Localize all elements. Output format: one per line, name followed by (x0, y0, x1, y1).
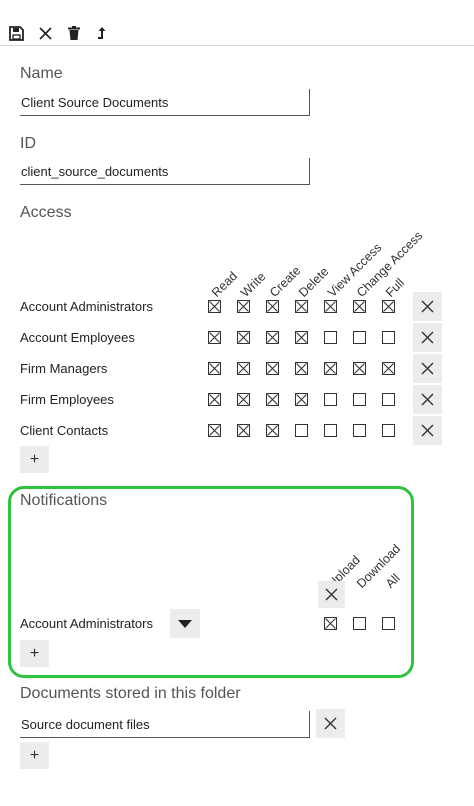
access-checkbox[interactable] (353, 300, 366, 313)
notifications-clear-button[interactable] (318, 581, 345, 608)
name-label: Name (20, 65, 63, 82)
id-field[interactable]: client_source_documents (20, 158, 310, 185)
notifications-highlight (8, 486, 414, 678)
access-checkbox[interactable] (295, 331, 308, 344)
save-icon[interactable] (6, 23, 26, 43)
access-checkbox[interactable] (295, 362, 308, 375)
close-icon (324, 717, 337, 730)
access-remove-row-button[interactable] (413, 385, 442, 414)
documents-label: Documents stored in this folder (20, 685, 241, 702)
close-icon (421, 300, 434, 313)
add-notification-button[interactable]: + (20, 640, 49, 667)
access-checkbox[interactable] (295, 300, 308, 313)
access-row-label: Firm Managers (20, 361, 108, 376)
access-remove-row-button[interactable] (413, 416, 442, 445)
close-icon (325, 588, 338, 601)
access-label: Access (20, 204, 72, 221)
access-checkbox[interactable] (382, 362, 395, 375)
access-checkbox[interactable] (324, 362, 337, 375)
access-checkbox[interactable] (324, 300, 337, 313)
access-checkbox[interactable] (295, 393, 308, 406)
notifications-checkbox[interactable] (382, 617, 395, 630)
access-checkbox[interactable] (237, 331, 250, 344)
close-icon (421, 393, 434, 406)
access-remove-row-button[interactable] (413, 354, 442, 383)
access-checkbox[interactable] (382, 424, 395, 437)
access-row-label: Account Employees (20, 330, 135, 345)
access-checkbox[interactable] (382, 331, 395, 344)
recipient-dropdown-button[interactable] (170, 609, 200, 638)
access-column-header: Full (383, 275, 408, 300)
access-column-header: Read (209, 268, 241, 300)
access-row-label: Account Administrators (20, 299, 153, 314)
access-row-label: Firm Employees (20, 392, 114, 407)
notifications-row-label: Account Administrators (20, 616, 153, 631)
access-column-header: Create (267, 263, 304, 300)
notifications-label: Notifications (20, 492, 108, 509)
toolbar (0, 0, 474, 46)
access-checkbox[interactable] (324, 393, 337, 406)
access-checkbox[interactable] (266, 424, 279, 437)
access-checkbox[interactable] (353, 424, 366, 437)
add-document-button[interactable]: + (20, 742, 49, 769)
access-checkbox[interactable] (266, 362, 279, 375)
move-up-icon[interactable] (92, 23, 112, 43)
notifications-checkbox[interactable] (324, 617, 337, 630)
close-icon (421, 331, 434, 344)
access-checkbox[interactable] (295, 424, 308, 437)
caret-down-icon (178, 619, 192, 628)
access-row-label: Client Contacts (20, 423, 109, 438)
access-checkbox[interactable] (382, 393, 395, 406)
access-checkbox[interactable] (324, 424, 337, 437)
access-checkbox[interactable] (266, 300, 279, 313)
id-label: ID (20, 135, 36, 152)
access-checkbox[interactable] (382, 300, 395, 313)
documents-remove-button[interactable] (316, 709, 345, 738)
name-field[interactable]: Client Source Documents (20, 89, 310, 116)
close-icon (421, 362, 434, 375)
access-checkbox[interactable] (266, 393, 279, 406)
access-checkbox[interactable] (237, 362, 250, 375)
documents-field[interactable]: Source document files (20, 711, 310, 738)
access-checkbox[interactable] (237, 300, 250, 313)
access-remove-row-button[interactable] (413, 292, 442, 321)
close-icon (421, 424, 434, 437)
trash-icon[interactable] (64, 23, 84, 43)
access-checkbox[interactable] (208, 300, 221, 313)
access-checkbox[interactable] (208, 331, 221, 344)
access-checkbox[interactable] (208, 393, 221, 406)
notifications-checkbox[interactable] (353, 617, 366, 630)
access-checkbox[interactable] (353, 393, 366, 406)
access-checkbox[interactable] (324, 331, 337, 344)
access-checkbox[interactable] (266, 331, 279, 344)
access-checkbox[interactable] (237, 424, 250, 437)
access-checkbox[interactable] (237, 393, 250, 406)
access-remove-row-button[interactable] (413, 323, 442, 352)
close-icon[interactable] (35, 23, 55, 43)
access-checkbox[interactable] (353, 362, 366, 375)
access-checkbox[interactable] (208, 424, 221, 437)
access-checkbox[interactable] (208, 362, 221, 375)
access-column-header: Write (238, 269, 269, 300)
access-checkbox[interactable] (353, 331, 366, 344)
add-access-button[interactable]: + (20, 446, 49, 473)
